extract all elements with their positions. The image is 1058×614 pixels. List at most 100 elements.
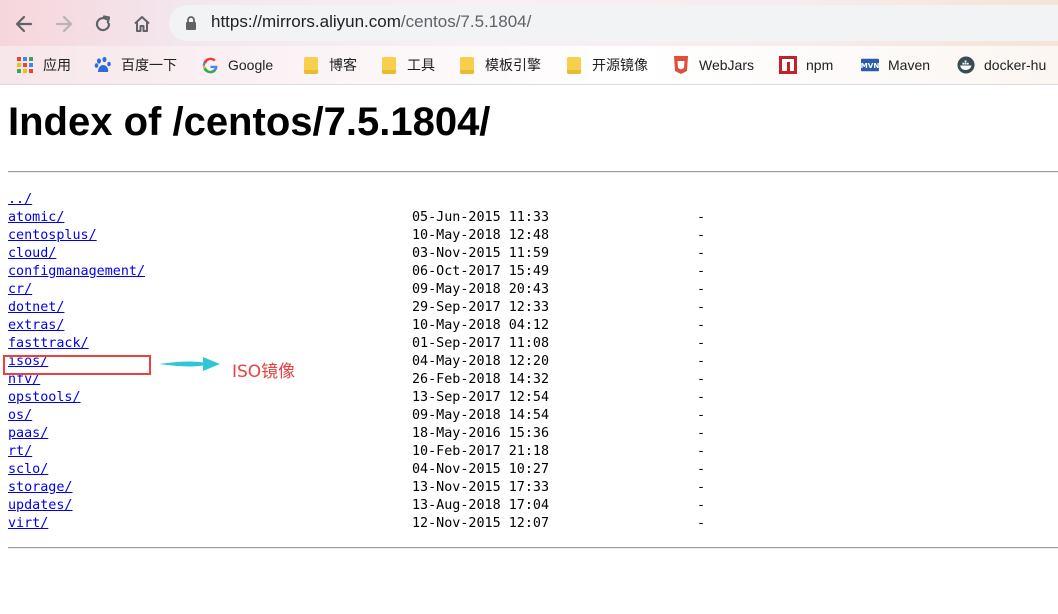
- table-row: fasttrack/01-Sep-2017 11:08 -: [8, 335, 1058, 353]
- parent-row: ../: [8, 191, 1058, 209]
- folder-icon: [458, 56, 476, 74]
- file-size: -: [697, 354, 706, 369]
- directory-link[interactable]: opstools/: [8, 389, 81, 407]
- directory-link[interactable]: extras/: [8, 317, 64, 335]
- modified-date: 13-Aug-2018 17:04: [412, 498, 550, 513]
- bookmark-folder-templates[interactable]: 模板引擎: [458, 54, 541, 76]
- reload-button[interactable]: [89, 10, 117, 38]
- modified-date: 13-Nov-2015 17:33: [412, 480, 550, 495]
- bookmarks-bar: 应用 百度一下 Google 博客 工具 模板引擎 开源镜像 WebJars n…: [0, 46, 1058, 85]
- bookmark-folder-mirrors[interactable]: 开源镜像: [565, 54, 648, 76]
- table-row: extras/10-May-2018 04:12 -: [8, 317, 1058, 335]
- bookmark-label: 工具: [407, 57, 435, 73]
- directory-link[interactable]: os/: [8, 407, 32, 425]
- bookmark-label: WebJars: [699, 57, 754, 73]
- bookmark-apps[interactable]: 应用: [16, 54, 71, 76]
- table-row: updates/13-Aug-2018 17:04 -: [8, 497, 1058, 515]
- bottom-divider: [8, 547, 1058, 549]
- modified-date: 09-May-2018 20:43: [412, 282, 550, 297]
- bookmark-docker[interactable]: docker-hu: [957, 54, 1046, 76]
- url-host: https://mirrors.aliyun.com: [211, 12, 401, 31]
- annotation-label: ISO镜像: [232, 362, 296, 382]
- directory-link[interactable]: rt/: [8, 443, 32, 461]
- directory-link[interactable]: sclo/: [8, 461, 48, 479]
- modified-date: 26-Feb-2018 14:32: [412, 372, 550, 387]
- baidu-paw-icon: [94, 56, 112, 74]
- modified-date: 10-Feb-2017 21:18: [412, 444, 550, 459]
- apps-grid-icon: [16, 56, 34, 74]
- folder-icon: [380, 56, 398, 74]
- modified-date: 10-May-2018 12:48: [412, 228, 550, 243]
- top-divider: [8, 171, 1058, 173]
- page-title: Index of /centos/7.5.1804/: [8, 100, 491, 144]
- bookmark-npm[interactable]: npm: [779, 54, 833, 76]
- file-size: -: [697, 210, 706, 225]
- forward-arrow-icon: [55, 15, 73, 33]
- address-bar[interactable]: https://mirrors.aliyun.com/centos/7.5.18…: [169, 5, 1058, 41]
- directory-link[interactable]: paas/: [8, 425, 48, 443]
- folder-icon: [302, 56, 320, 74]
- bookmark-google[interactable]: Google: [201, 54, 273, 76]
- directory-link[interactable]: centosplus/: [8, 227, 97, 245]
- back-button[interactable]: [10, 10, 38, 38]
- table-row: storage/13-Nov-2015 17:33 -: [8, 479, 1058, 497]
- file-size: -: [697, 300, 706, 315]
- file-size: -: [697, 282, 706, 297]
- bookmark-label: 博客: [329, 57, 357, 73]
- modified-date: 29-Sep-2017 12:33: [412, 300, 550, 315]
- folder-icon: [565, 56, 583, 74]
- directory-link[interactable]: cr/: [8, 281, 32, 299]
- directory-link[interactable]: atomic/: [8, 209, 64, 227]
- file-size: -: [697, 372, 706, 387]
- directory-link[interactable]: updates/: [8, 497, 73, 515]
- directory-link[interactable]: cloud/: [8, 245, 56, 263]
- npm-icon: [779, 56, 797, 74]
- modified-date: 04-May-2018 12:20: [412, 354, 550, 369]
- file-size: -: [697, 318, 706, 333]
- back-arrow-icon: [15, 15, 33, 33]
- bookmark-label: 开源镜像: [592, 57, 648, 73]
- modified-date: 05-Jun-2015 11:33: [412, 210, 550, 225]
- parent-directory-link[interactable]: ../: [8, 191, 32, 209]
- file-size: -: [697, 498, 706, 513]
- bookmark-label: docker-hu: [984, 57, 1047, 73]
- bookmark-label: 应用: [43, 57, 71, 73]
- modified-date: 01-Sep-2017 11:08: [412, 336, 550, 351]
- lock-icon: [186, 16, 196, 30]
- bookmark-folder-tools[interactable]: 工具: [380, 54, 435, 76]
- docker-icon: [957, 56, 975, 74]
- directory-link[interactable]: virt/: [8, 515, 48, 533]
- file-size: -: [697, 408, 706, 423]
- modified-date: 03-Nov-2015 11:59: [412, 246, 550, 261]
- url-path: /centos/7.5.1804/: [400, 12, 532, 31]
- file-size: -: [697, 444, 706, 459]
- table-row: sclo/04-Nov-2015 10:27 -: [8, 461, 1058, 479]
- bookmark-label: Google: [228, 57, 274, 73]
- table-row: opstools/13-Sep-2017 12:54 -: [8, 389, 1058, 407]
- modified-date: 06-Oct-2017 15:49: [412, 264, 550, 279]
- table-row: centosplus/10-May-2018 12:48 -: [8, 227, 1058, 245]
- file-size: -: [697, 228, 706, 243]
- url-text: https://mirrors.aliyun.com/centos/7.5.18…: [211, 12, 531, 32]
- file-size: -: [697, 336, 706, 351]
- bookmark-folder-blog[interactable]: 博客: [302, 54, 357, 76]
- table-row: cr/09-May-2018 20:43 -: [8, 281, 1058, 299]
- bookmark-maven[interactable]: MVN Maven: [861, 54, 930, 76]
- file-size: -: [697, 246, 706, 261]
- bookmark-baidu[interactable]: 百度一下: [94, 54, 177, 76]
- table-row: configmanagement/06-Oct-2017 15:49 -: [8, 263, 1058, 281]
- bookmark-webjars[interactable]: WebJars: [672, 54, 754, 76]
- modified-date: 10-May-2018 04:12: [412, 318, 550, 333]
- table-row: cloud/03-Nov-2015 11:59 -: [8, 245, 1058, 263]
- forward-button[interactable]: [50, 10, 78, 38]
- svg-text:MVN: MVN: [861, 61, 879, 70]
- directory-link[interactable]: fasttrack/: [8, 335, 89, 353]
- home-icon: [134, 16, 150, 32]
- directory-link[interactable]: dotnet/: [8, 299, 64, 317]
- home-button[interactable]: [128, 10, 156, 38]
- table-row: paas/18-May-2016 15:36 -: [8, 425, 1058, 443]
- bookmark-label: Maven: [888, 57, 931, 73]
- directory-link[interactable]: storage/: [8, 479, 73, 497]
- arrow-right-icon: [159, 357, 220, 371]
- directory-link[interactable]: configmanagement/: [8, 263, 145, 281]
